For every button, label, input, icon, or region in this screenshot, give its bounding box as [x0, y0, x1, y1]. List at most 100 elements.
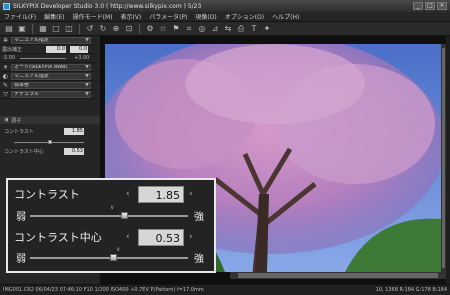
develop-icon[interactable]: ⚙ — [145, 24, 155, 34]
contrast-value-box[interactable]: 1.85 — [64, 128, 84, 135]
exposure-value-box[interactable]: 0.0 — [46, 46, 66, 53]
wb-value: オート(SILKYPIX AWB) — [14, 63, 68, 70]
menu-bar: ファイル(F) 編集(E) 操作モード(M) 表示(V) パラメータ(P) 現像… — [0, 12, 450, 22]
viewer-horizontal-scrollbar[interactable] — [230, 272, 446, 279]
wb-row: ☀ オート(SILKYPIX AWB) ▼ — [0, 63, 100, 72]
toolbar-divider — [32, 23, 33, 34]
grid-icon[interactable]: ▦ — [38, 24, 48, 34]
status-pixel: 10, 1368 R:184 G:178 B:184 — [375, 287, 447, 293]
print-icon[interactable]: ⎙ — [236, 24, 246, 34]
rotate-left-icon[interactable]: ↺ — [85, 24, 95, 34]
range-min-label: -3.00 — [2, 55, 15, 61]
tone-section-title: 調子 — [11, 117, 22, 124]
wb-dropdown[interactable]: オート(SILKYPIX AWB) ▼ — [11, 63, 91, 71]
viewer-vertical-scrollbar[interactable] — [441, 44, 446, 272]
vertical-scroll-thumb[interactable] — [442, 48, 445, 268]
sharpness-icon: ▽ — [3, 90, 8, 98]
zoom-contrast-track[interactable] — [30, 215, 188, 217]
toolbar-divider — [139, 23, 140, 34]
sharp-row: ▽ ナチュラル ▼ — [0, 90, 100, 99]
zoom-weak-label: 弱 — [16, 254, 26, 265]
menu-options[interactable]: オプション(O) — [225, 12, 264, 21]
zoom-contrast-value[interactable]: 1.85 — [138, 186, 184, 203]
maximize-button[interactable]: □ — [425, 2, 435, 10]
contrast-label: コントラスト — [4, 129, 34, 135]
sharpness-dropdown[interactable]: ナチュラル ▼ — [11, 90, 91, 98]
exposure-slider-track[interactable] — [20, 58, 66, 59]
zoom-icon[interactable]: ⊕ — [111, 24, 121, 34]
increase-arrow-icon[interactable]: › — [189, 232, 193, 242]
zoom-weak-label: 弱 — [16, 212, 26, 223]
color-value: 標準色 — [14, 81, 30, 88]
contrast-slider-knob[interactable] — [48, 140, 52, 144]
chevron-down-icon: ▼ — [85, 90, 89, 97]
zoom-strong-label: 強 — [194, 254, 204, 265]
tone-dropdown[interactable]: マニュアル指定 ▼ — [11, 72, 91, 80]
zoom-contrast-mid-label: コントラスト中心 — [14, 231, 102, 244]
color-row: ✎ 標準色 ▼ — [0, 81, 100, 90]
default-tick-icon: ∨ — [116, 246, 121, 253]
zoom-strong-label: 強 — [194, 212, 204, 223]
color-dropdown[interactable]: 標準色 ▼ — [11, 81, 91, 89]
status-bar: IMG001.CR2 06/04/23 07:46:10 F10 1/200 I… — [0, 284, 450, 295]
contrast-slider[interactable] — [4, 139, 99, 145]
increase-arrow-icon[interactable]: › — [189, 189, 193, 199]
decrease-arrow-icon[interactable]: ‹ — [126, 189, 130, 199]
star-icon[interactable]: ☆ — [158, 24, 168, 34]
close-button[interactable]: × — [437, 2, 447, 10]
zoom-contrast-knob[interactable] — [120, 212, 128, 219]
decrease-arrow-icon[interactable]: ‹ — [126, 232, 130, 242]
zoom-contrast-mid-value[interactable]: 0.53 — [138, 229, 184, 246]
color-icon: ✎ — [2, 81, 9, 89]
range-max-label: +3.00 — [74, 55, 90, 61]
toolbar-divider — [79, 23, 80, 34]
menu-mode[interactable]: 操作モード(M) — [73, 12, 113, 21]
menu-view[interactable]: 表示(V) — [120, 12, 141, 21]
rotate-right-icon[interactable]: ↻ — [98, 24, 108, 34]
menu-help[interactable]: ヘルプ(H) — [272, 12, 299, 21]
window-title: SILKYPIX Developer Studio 3.0 ( http://w… — [13, 2, 202, 10]
contrast-mid-value-box[interactable]: 0.53 — [64, 148, 84, 155]
zoom-contrast-mid-knob[interactable] — [109, 254, 117, 261]
compare-icon[interactable]: ⇆ — [223, 24, 233, 34]
menu-develop[interactable]: 現像(D) — [195, 12, 216, 21]
level-icon[interactable]: ⊿ — [210, 24, 220, 34]
crop-icon[interactable]: ⌗ — [184, 24, 194, 34]
text-icon[interactable]: T — [249, 24, 259, 34]
chevron-down-icon: ▼ — [85, 36, 89, 43]
menu-file[interactable]: ファイル(F) — [4, 12, 36, 21]
tone-value: マニュアル指定 — [14, 72, 49, 79]
contrast-row: コントラスト 1.85 — [4, 128, 99, 137]
exposure-range-row: -3.00 +3.00 — [0, 54, 100, 63]
app-icon — [3, 2, 10, 10]
exposure-step-box[interactable]: 0.0 — [70, 46, 88, 53]
zoom-contrast-label: コントラスト — [14, 188, 80, 201]
wb-icon: ☀ — [2, 63, 9, 71]
spot-icon[interactable]: ◎ — [197, 24, 207, 34]
dual-view-icon[interactable]: ◫ — [64, 24, 74, 34]
preset-icon: ✲ — [2, 36, 9, 44]
title-bar: SILKYPIX Developer Studio 3.0 ( http://w… — [0, 0, 450, 12]
open-icon[interactable]: ▤ — [4, 24, 14, 34]
window-controls: _ □ × — [413, 2, 447, 10]
settings-icon[interactable]: ✦ — [262, 24, 272, 34]
minimize-button[interactable]: _ — [413, 2, 423, 10]
contrast-mid-label: コントラスト中心 — [4, 149, 44, 155]
chevron-down-icon: ▼ — [85, 63, 89, 70]
preset-dropdown[interactable]: マニュアル指定 ▼ — [11, 36, 91, 44]
flag-icon[interactable]: ⚑ — [171, 24, 181, 34]
contrast-zoom-panel: コントラスト ‹ 1.85 › 弱 ∨ 強 コントラスト中心 ‹ 0.53 › … — [6, 178, 216, 273]
tone-icon: ◐ — [2, 72, 9, 80]
status-exif: IMG001.CR2 06/04/23 07:46:10 F10 1/200 I… — [3, 287, 204, 293]
menu-parameter[interactable]: パラメータ(P) — [149, 12, 187, 21]
single-view-icon[interactable]: □ — [51, 24, 61, 34]
save-icon[interactable]: ▣ — [17, 24, 27, 34]
tone-row: ◐ マニュアル指定 ▼ — [0, 72, 100, 81]
fit-icon[interactable]: ⊡ — [124, 24, 134, 34]
tone-section-header[interactable]: ◑ 調子 — [0, 116, 100, 124]
menu-edit[interactable]: 編集(E) — [44, 12, 64, 21]
preset-row: ✲ マニュアル指定 ▼ — [0, 36, 100, 45]
toolbar: ▤ ▣ ▦ □ ◫ ↺ ↻ ⊕ ⊡ ⚙ ☆ ⚑ ⌗ ◎ ⊿ ⇆ ⎙ T ✦ — [0, 22, 450, 36]
horizontal-scroll-thumb[interactable] — [238, 273, 438, 278]
tone-section-icon: ◑ — [4, 117, 9, 123]
